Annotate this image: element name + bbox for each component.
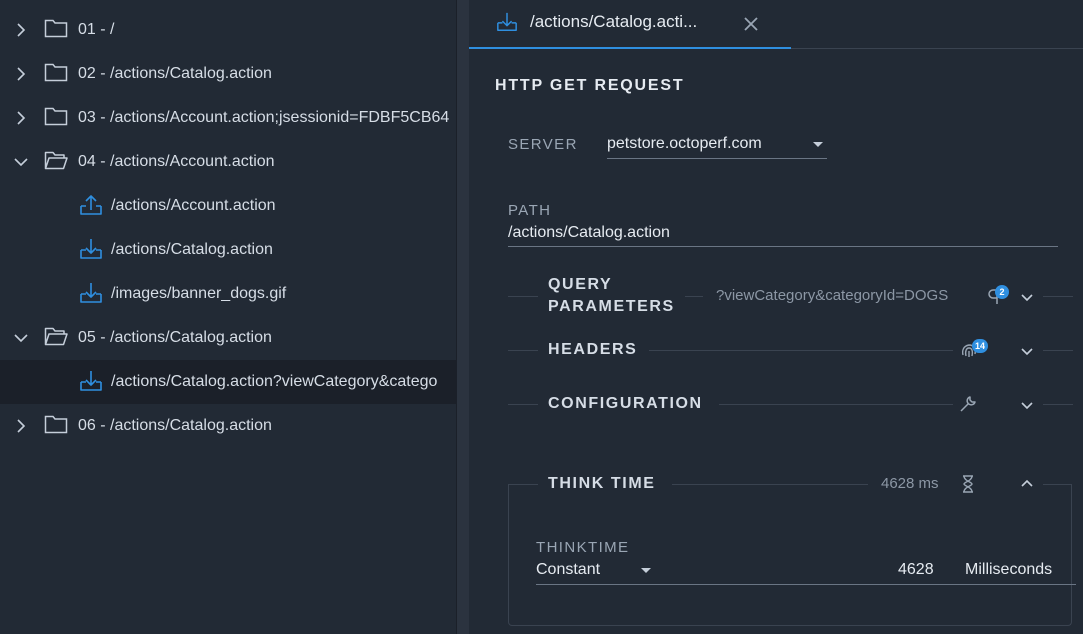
tree-item-01[interactable]: 01 - / <box>0 8 456 52</box>
chevron-down-icon[interactable] <box>1019 343 1035 359</box>
section-divider <box>508 350 538 351</box>
path-input[interactable]: /actions/Catalog.action <box>508 222 1058 247</box>
thinktime-mode-select[interactable]: Constant <box>536 561 600 579</box>
section-title: CONFIGURATION <box>548 395 703 412</box>
chevron-down-icon[interactable] <box>1019 289 1035 305</box>
tree-item-label: 05 - /actions/Catalog.action <box>78 329 272 346</box>
tree-item-label: 01 - / <box>78 21 115 38</box>
section-title: HEADERS <box>548 341 638 358</box>
folder-icon <box>44 415 68 434</box>
upload-icon <box>80 195 102 215</box>
section-divider <box>508 484 538 485</box>
tree-item-03[interactable]: 03 - /actions/Account.action;jsessionid=… <box>0 96 456 140</box>
chevron-down-icon[interactable] <box>1019 397 1035 413</box>
tree-item-label: /images/banner_dogs.gif <box>111 285 287 302</box>
tab-request[interactable]: /actions/Catalog.acti... <box>469 0 791 49</box>
tree-panel: 01 - / 02 - /actions/Catalog.action 03 -… <box>0 0 456 634</box>
tree-item-05[interactable]: 05 - /actions/Catalog.action <box>0 316 456 360</box>
tree-item-label: /actions/Account.action <box>111 197 276 214</box>
tree-item-label: 02 - /actions/Catalog.action <box>78 65 272 82</box>
tree-item-06[interactable]: 06 - /actions/Catalog.action <box>0 404 456 448</box>
path-value: /actions/Catalog.action <box>508 224 670 241</box>
section-divider <box>1043 296 1073 297</box>
section-title-line: QUERY <box>548 276 613 293</box>
server-select[interactable]: petstore.octoperf.com <box>607 131 827 159</box>
folder-icon <box>44 19 68 38</box>
download-icon <box>497 12 517 31</box>
headers-count-badge: 14 <box>972 339 988 353</box>
close-icon[interactable] <box>741 14 761 34</box>
tree-item-label: 03 - /actions/Account.action;jsessionid=… <box>78 109 450 126</box>
tree-item-02[interactable]: 02 - /actions/Catalog.action <box>0 52 456 96</box>
folder-icon <box>44 63 68 82</box>
download-icon <box>80 283 102 303</box>
server-value: petstore.octoperf.com <box>607 135 762 152</box>
section-title: QUERY PARAMETERS <box>548 274 675 318</box>
hourglass-icon <box>963 475 973 493</box>
download-icon <box>80 239 102 259</box>
tree-item-label: 06 - /actions/Catalog.action <box>78 417 272 434</box>
tree-item-04[interactable]: 04 - /actions/Account.action <box>0 140 456 184</box>
folder-icon <box>44 107 68 126</box>
section-title-line: PARAMETERS <box>548 298 675 315</box>
tree-item-request[interactable]: /images/banner_dogs.gif <box>0 272 456 316</box>
dropdown-caret-icon[interactable] <box>641 568 651 573</box>
thinktime-field: Constant 4628 Milliseconds <box>536 559 1076 585</box>
think-time-summary: 4628 ms <box>881 475 939 492</box>
tree-item-label: /actions/Catalog.action?viewCategory&cat… <box>111 373 438 390</box>
panel-splitter[interactable] <box>456 0 469 634</box>
tree-item-request[interactable]: /actions/Catalog.action <box>0 228 456 272</box>
request-title: HTTP GET REQUEST <box>495 77 685 94</box>
path-label: PATH <box>508 202 552 219</box>
chevron-up-icon[interactable] <box>1019 476 1035 492</box>
chevron-right-icon[interactable] <box>13 418 29 434</box>
chevron-right-icon[interactable] <box>13 66 29 82</box>
section-divider <box>672 484 868 485</box>
query-summary: ?viewCategory&categoryId=DOGS <box>716 287 949 304</box>
section-divider <box>1043 484 1072 485</box>
chevron-down-icon[interactable] <box>13 330 29 346</box>
section-divider <box>1043 404 1073 405</box>
thinktime-value-input[interactable]: 4628 <box>898 561 934 579</box>
chevron-right-icon[interactable] <box>13 110 29 126</box>
server-label: SERVER <box>508 136 578 153</box>
request-editor: /actions/Catalog.acti... HTTP GET REQUES… <box>469 0 1083 634</box>
section-divider <box>1043 350 1073 351</box>
tab-label: /actions/Catalog.acti... <box>530 12 698 31</box>
dropdown-caret-icon <box>813 142 823 147</box>
tree-item-request[interactable]: /actions/Account.action <box>0 184 456 228</box>
folder-open-icon <box>44 327 68 346</box>
download-icon <box>80 371 102 391</box>
tree-item-label: 04 - /actions/Account.action <box>78 153 275 170</box>
tree-item-label: /actions/Catalog.action <box>111 241 273 258</box>
tree-item-request-selected[interactable]: /actions/Catalog.action?viewCategory&cat… <box>0 360 456 404</box>
folder-open-icon <box>44 151 68 170</box>
query-count-badge: 2 <box>995 285 1009 299</box>
thinktime-label: THINKTIME <box>536 539 630 556</box>
section-divider <box>508 296 538 297</box>
section-divider <box>649 350 953 351</box>
section-title: THINK TIME <box>548 475 656 492</box>
tab-bar: /actions/Catalog.acti... <box>469 0 1083 49</box>
section-divider <box>685 296 703 297</box>
chevron-down-icon[interactable] <box>13 154 29 170</box>
wrench-icon <box>960 396 976 412</box>
thinktime-unit-select[interactable]: Milliseconds <box>965 561 1052 579</box>
section-divider <box>508 404 538 405</box>
chevron-right-icon[interactable] <box>13 22 29 38</box>
section-divider <box>719 404 953 405</box>
